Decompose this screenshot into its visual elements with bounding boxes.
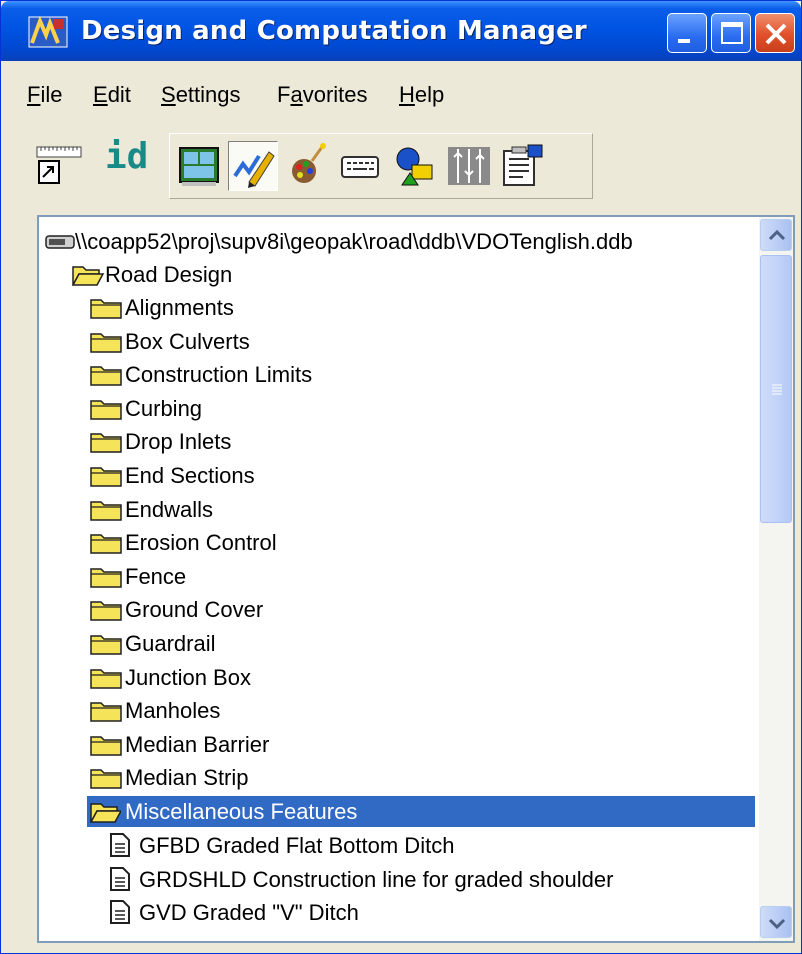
tree-item-row[interactable]: GVD Graded "V" Ditch (39, 896, 759, 929)
tree-root-row[interactable]: \\coapp52\proj\supv8i\geopak\road\ddb\VD… (39, 225, 759, 258)
tree-folder-row[interactable]: Alignments (39, 291, 759, 324)
grip-icon (772, 384, 782, 395)
tree-folder-row[interactable]: Median Barrier (39, 728, 759, 761)
scroll-up-button[interactable] (760, 219, 792, 251)
folder-icon (90, 501, 122, 521)
close-icon (765, 23, 787, 45)
tree-category-label: Road Design (105, 262, 233, 287)
document-icon (110, 900, 130, 924)
paint-palette-icon (292, 143, 326, 183)
toolbar-button-group (169, 133, 593, 199)
folder-icon (90, 333, 122, 353)
window-panel-icon (179, 147, 219, 186)
folder-icon (90, 769, 122, 789)
tree-category-row[interactable]: Road Design (39, 258, 759, 291)
ruler-shortcut-icon[interactable] (35, 139, 85, 189)
tree-folder-row[interactable]: Endwalls (39, 493, 759, 526)
keyboard-icon (341, 156, 379, 178)
tree-folder-row[interactable]: Median Strip (39, 761, 759, 794)
folder-icon (90, 299, 122, 319)
maximize-icon (721, 22, 743, 44)
shapes-icon (396, 147, 433, 186)
folder-icon (90, 702, 122, 722)
id-icon[interactable]: id (105, 135, 148, 179)
folder-icon (90, 635, 122, 655)
tree-folder-row-selected[interactable]: Miscellaneous Features (39, 795, 759, 828)
folder-icon (90, 366, 122, 386)
menu-favorites[interactable]: Favorites (277, 81, 368, 109)
tree-folder-row[interactable]: Guardrail (39, 627, 759, 660)
chevron-up-icon (768, 229, 786, 241)
menu-help[interactable]: Help (399, 81, 444, 109)
app-window: Design and Computation Manager File Edit… (0, 0, 802, 954)
shapes-button[interactable] (390, 141, 440, 191)
tree-folder-row[interactable]: Manholes (39, 694, 759, 727)
vertical-scrollbar[interactable] (759, 217, 793, 941)
tree-item-row[interactable]: GRDSHLD Construction line for graded sho… (39, 863, 759, 896)
tree-view[interactable]: \\coapp52\proj\supv8i\geopak\road\ddb\VD… (37, 215, 795, 943)
menu-settings[interactable]: Settings (161, 81, 241, 109)
folder-icon (90, 534, 122, 554)
clipboard-settings-icon (503, 144, 543, 186)
tree-item-row[interactable]: GFBD Graded Flat Bottom Ditch (39, 829, 759, 862)
tree-folder-row[interactable]: Curbing (39, 392, 759, 425)
chevron-down-icon (768, 918, 786, 930)
folder-icon (90, 669, 122, 689)
folder-open-icon (71, 266, 105, 286)
tree-folder-row[interactable]: Drop Inlets (39, 425, 759, 458)
draw-pencil-icon (233, 151, 275, 188)
folder-icon (90, 400, 122, 420)
palette-button[interactable] (282, 141, 332, 191)
tree-folder-row[interactable]: Box Culverts (39, 325, 759, 358)
tree-folder-row[interactable]: Junction Box (39, 661, 759, 694)
folder-icon (90, 736, 122, 756)
tree-root-path: \\coapp52\proj\supv8i\geopak\road\ddb\VD… (75, 229, 633, 254)
title-bar[interactable]: Design and Computation Manager (1, 1, 801, 61)
maximize-button[interactable] (711, 13, 751, 53)
menu-bar: File Edit Settings Favorites Help (1, 75, 801, 111)
clipboard-settings-button[interactable] (498, 141, 548, 191)
keyboard-button[interactable] (336, 141, 386, 191)
close-button[interactable] (755, 13, 795, 53)
draw-button[interactable] (228, 141, 278, 191)
folder-icon (90, 601, 122, 621)
tree-folder-row[interactable]: End Sections (39, 459, 759, 492)
folder-icon (90, 568, 122, 588)
scroll-thumb[interactable] (760, 255, 792, 523)
window-panel-button[interactable] (174, 141, 224, 191)
window-title: Design and Computation Manager (81, 16, 587, 46)
toolbar: id (1, 125, 801, 205)
document-icon (110, 833, 130, 857)
minimize-icon (678, 39, 690, 43)
document-icon (110, 867, 130, 891)
tree-folder-row[interactable]: Ground Cover (39, 593, 759, 626)
tree-folder-row[interactable]: Fence (39, 560, 759, 593)
cross-section-icon (448, 147, 490, 185)
tree-folder-row[interactable]: Erosion Control (39, 526, 759, 559)
scroll-down-button[interactable] (760, 906, 792, 938)
cross-section-button[interactable] (444, 141, 494, 191)
folder-icon (90, 467, 122, 487)
folder-open-icon (89, 803, 123, 823)
folder-icon (90, 433, 122, 453)
tree-folder-row[interactable]: Construction Limits (39, 358, 759, 391)
app-logo-icon (28, 15, 68, 48)
menu-file[interactable]: File (27, 81, 62, 109)
minimize-button[interactable] (667, 13, 707, 53)
menu-edit[interactable]: Edit (93, 81, 131, 109)
